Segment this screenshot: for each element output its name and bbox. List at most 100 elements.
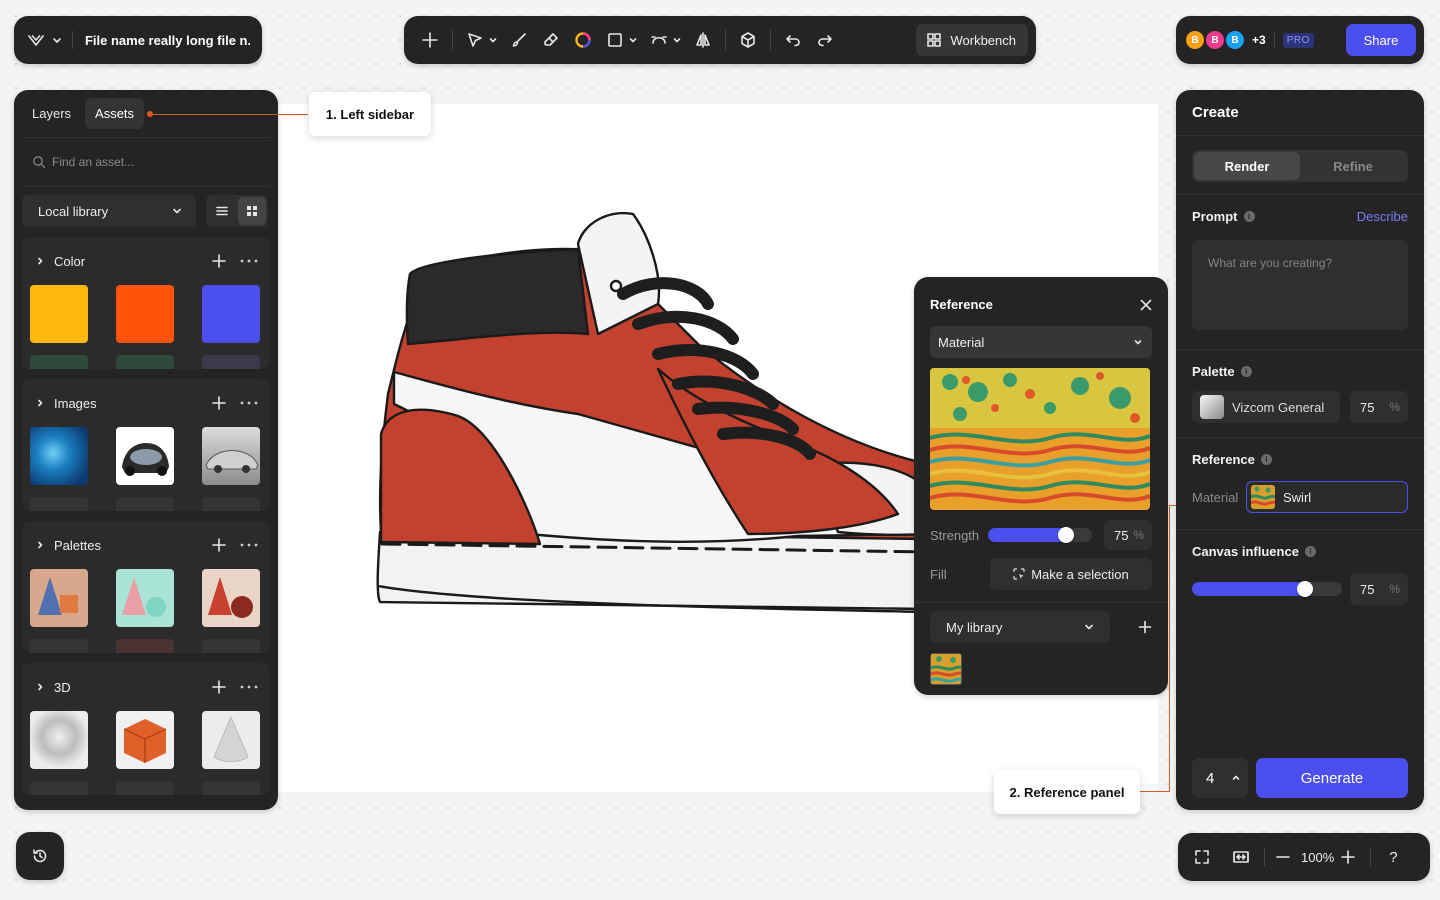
file-name[interactable]: File name really long file n... [85, 33, 250, 48]
palette-value: 75 [1360, 399, 1375, 415]
eraser-tool-button[interactable] [535, 24, 567, 56]
canvas-influence-value-field[interactable]: 75 % [1350, 573, 1408, 605]
info-icon[interactable]: i [1304, 546, 1316, 557]
chevron-right-icon[interactable] [36, 257, 44, 265]
add-button[interactable] [414, 24, 446, 56]
image-thumbnail-water[interactable] [30, 427, 88, 485]
3d-cube-icon[interactable] [732, 24, 764, 56]
chevron-down-icon[interactable] [487, 24, 499, 56]
tab-refine[interactable]: Refine [1300, 152, 1406, 180]
more-options-icon[interactable] [240, 685, 258, 689]
more-options-icon[interactable] [240, 401, 258, 405]
make-selection-button[interactable]: Make a selection [990, 558, 1152, 590]
close-icon[interactable] [1140, 299, 1152, 311]
3d-thumbnail-cone[interactable] [202, 711, 260, 769]
chevron-right-icon[interactable] [36, 683, 44, 691]
help-button[interactable]: ? [1389, 849, 1397, 866]
chevron-down-icon[interactable] [627, 24, 639, 56]
search-input[interactable] [52, 155, 252, 169]
make-selection-label: Make a selection [1031, 566, 1129, 582]
share-button[interactable]: Share [1346, 24, 1416, 56]
chevron-down-icon[interactable] [671, 24, 683, 56]
chevron-down-icon[interactable] [52, 35, 62, 45]
grid-view-icon[interactable] [238, 197, 266, 225]
section-title: Palettes [54, 537, 101, 553]
selection-icon [1013, 568, 1025, 580]
reference-image[interactable] [930, 368, 1150, 510]
generate-button[interactable]: Generate [1256, 758, 1408, 798]
chevron-right-icon[interactable] [36, 541, 44, 549]
history-button[interactable] [16, 832, 64, 880]
more-options-icon[interactable] [240, 543, 258, 547]
brush-tool-button[interactable] [503, 24, 535, 56]
info-icon[interactable]: i [1260, 454, 1272, 465]
fill-label: Fill [930, 566, 947, 582]
fullscreen-icon[interactable] [1194, 849, 1210, 865]
image-thumbnail-car-front[interactable] [116, 427, 174, 485]
reference-label: Reference [1192, 452, 1255, 467]
logo-icon[interactable] [26, 30, 46, 50]
3d-thumbnail-cube[interactable] [116, 711, 174, 769]
more-collaborators-count[interactable]: +3 [1252, 33, 1266, 47]
zoom-level[interactable]: 100% [1301, 850, 1334, 865]
palette-select[interactable]: Vizcom General [1192, 391, 1340, 423]
undo-button[interactable] [777, 24, 809, 56]
generation-count-stepper[interactable]: 4 [1192, 758, 1248, 798]
palette-thumbnail-warm[interactable] [30, 569, 88, 627]
history-icon [31, 847, 49, 865]
tab-render[interactable]: Render [1194, 152, 1300, 180]
workbench-button[interactable]: Workbench [916, 24, 1028, 56]
strength-slider-knob[interactable] [1058, 527, 1074, 543]
list-view-icon[interactable] [208, 197, 236, 225]
info-icon[interactable]: i [1243, 211, 1255, 222]
reference-library-select[interactable]: My library [930, 611, 1110, 643]
zoom-in-button[interactable] [1340, 849, 1356, 865]
reference-type-select[interactable]: Material [930, 326, 1152, 358]
zoom-out-button[interactable] [1275, 849, 1291, 865]
add-icon[interactable] [212, 254, 226, 268]
add-icon[interactable] [1138, 620, 1152, 634]
reference-select[interactable]: Swirl [1246, 481, 1408, 513]
palette-value-field[interactable]: 75 % [1350, 391, 1408, 423]
palette-thumbnail-mint[interactable] [116, 569, 174, 627]
library-item-swirl[interactable] [930, 653, 962, 685]
color-picker-icon[interactable] [567, 24, 599, 56]
add-icon[interactable] [212, 538, 226, 552]
strength-value-field[interactable]: 75 % [1104, 520, 1152, 550]
avatar[interactable]: B [1204, 29, 1226, 51]
strength-slider[interactable] [988, 528, 1092, 542]
palette-thumbnail-red[interactable] [202, 569, 260, 627]
redo-button[interactable] [809, 24, 841, 56]
3d-thumbnail-sphere[interactable] [30, 711, 88, 769]
fit-width-icon[interactable] [1232, 849, 1250, 865]
avatar[interactable]: B [1224, 29, 1246, 51]
prompt-label: Prompt [1192, 209, 1238, 224]
image-thumbnail-car-side[interactable] [202, 427, 260, 485]
chevron-right-icon[interactable] [36, 399, 44, 407]
asset-section-palettes: Palettes [22, 521, 270, 653]
section-title: 3D [54, 679, 71, 695]
symmetry-tool-button[interactable] [687, 24, 719, 56]
palette-label: Palette [1192, 364, 1235, 379]
placeholder-row [30, 355, 88, 369]
color-swatch[interactable] [202, 285, 260, 343]
divider [914, 602, 1168, 603]
prompt-input[interactable] [1192, 240, 1408, 330]
tab-layers[interactable]: Layers [22, 98, 81, 129]
avatar[interactable]: B [1184, 29, 1206, 51]
library-select[interactable]: Local library [22, 195, 196, 227]
canvas-influence-slider-knob[interactable] [1297, 581, 1313, 597]
tab-assets[interactable]: Assets [85, 98, 145, 129]
chevron-down-icon [1134, 338, 1142, 346]
reference-thumbnail [1251, 485, 1275, 509]
chevron-up-icon[interactable] [1232, 774, 1240, 782]
color-swatch[interactable] [30, 285, 88, 343]
canvas-influence-slider[interactable] [1192, 582, 1342, 596]
add-icon[interactable] [212, 396, 226, 410]
callout-line [1139, 791, 1170, 792]
more-options-icon[interactable] [240, 259, 258, 263]
describe-link[interactable]: Describe [1357, 209, 1408, 224]
info-icon[interactable]: i [1240, 366, 1252, 377]
color-swatch[interactable] [116, 285, 174, 343]
add-icon[interactable] [212, 680, 226, 694]
